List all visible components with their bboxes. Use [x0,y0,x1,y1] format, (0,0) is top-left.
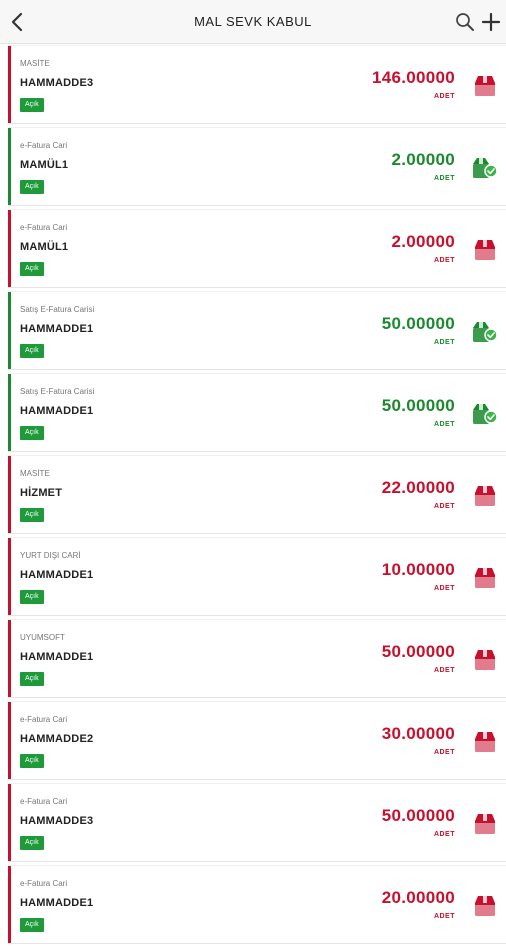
item-product: HAMMADDE1 [20,405,94,417]
item-product: HAMMADDE1 [20,651,94,663]
item-product: MAMÜL1 [20,241,69,253]
search-icon [456,13,474,31]
list-item[interactable]: MASİTE HİZMET Açık 22.00000 ADET [8,456,506,533]
item-unit: ADET [433,503,455,510]
item-product: HAMMADDE1 [20,569,94,581]
box-closed-icon[interactable] [472,238,498,262]
item-unit: ADET [433,749,455,756]
item-product: HAMMADDE1 [20,323,94,335]
box-check-icon[interactable] [472,320,498,344]
page-title: MAL SEVK KABUL [194,14,312,29]
item-quantity: 30.00000 [381,724,455,743]
status-badge: Açık [20,754,44,768]
search-button[interactable] [454,11,476,33]
status-badge: Açık [20,344,44,358]
item-product: MAMÜL1 [20,159,69,171]
status-badge: Açık [20,672,44,686]
status-badge: Açık [20,262,44,276]
list-item[interactable]: e-Fatura Cari MAMÜL1 Açık 2.00000 ADET [8,210,506,287]
list-item[interactable]: YURT DIŞI CARİ HAMMADDE1 Açık 10.00000 A… [8,538,506,615]
status-badge: Açık [20,180,44,194]
item-product: HİZMET [20,487,63,499]
item-quantity: 20.00000 [381,888,455,907]
item-unit: ADET [433,421,455,428]
list-item[interactable]: UYUMSOFT HAMMADDE1 Açık 50.00000 ADET [8,620,506,697]
box-closed-icon[interactable] [472,484,498,508]
box-closed-icon[interactable] [472,648,498,672]
item-product: HAMMADDE2 [20,733,94,745]
item-unit: ADET [433,585,455,592]
status-badge: Açık [20,508,44,522]
item-quantity: 50.00000 [381,806,455,825]
shipment-list: MASİTE HAMMADDE3 Açık 146.00000 ADET e-F… [0,46,506,948]
item-product: HAMMADDE3 [20,815,94,827]
list-item[interactable]: e-Fatura Cari MAMÜL1 Açık 2.00000 ADET [8,128,506,205]
item-customer: Satış E-Fatura Carisi [20,305,95,314]
item-quantity: 50.00000 [381,642,455,661]
item-customer: MASİTE [20,59,50,68]
item-quantity: 50.00000 [381,396,455,415]
item-customer: e-Fatura Cari [20,797,68,806]
item-product: HAMMADDE3 [20,77,94,89]
item-customer: YURT DIŞI CARİ [20,551,81,560]
item-unit: ADET [433,175,455,182]
status-badge: Açık [20,590,44,604]
status-badge: Açık [20,426,44,440]
list-item[interactable]: e-Fatura Cari HAMMADDE1 Açık 20.00000 AD… [8,866,506,943]
add-button[interactable] [480,11,502,33]
status-badge: Açık [20,98,44,112]
item-customer: MASİTE [20,469,50,478]
item-quantity: 50.00000 [381,314,455,333]
list-item[interactable]: MASİTE HAMMADDE3 Açık 146.00000 ADET [8,46,506,123]
box-closed-icon[interactable] [472,894,498,918]
box-closed-icon[interactable] [472,566,498,590]
list-item[interactable]: e-Fatura Cari HAMMADDE3 Açık 50.00000 AD… [8,784,506,861]
item-customer: e-Fatura Cari [20,223,68,232]
item-quantity: 22.00000 [381,478,455,497]
item-customer: e-Fatura Cari [20,715,68,724]
status-badge: Açık [20,918,44,932]
box-closed-icon[interactable] [472,730,498,754]
box-check-icon[interactable] [472,156,498,180]
top-bar: MAL SEVK KABUL [0,0,506,44]
list-item[interactable]: Satış E-Fatura Carisi HAMMADDE1 Açık 50.… [8,292,506,369]
item-unit: ADET [433,831,455,838]
plus-icon [481,12,501,32]
item-quantity: 2.00000 [391,150,455,169]
item-quantity: 2.00000 [391,232,455,251]
item-customer: e-Fatura Cari [20,141,68,150]
box-closed-icon[interactable] [472,812,498,836]
item-product: HAMMADDE1 [20,897,94,909]
item-customer: Satış E-Fatura Carisi [20,387,95,396]
item-unit: ADET [433,339,455,346]
item-unit: ADET [433,93,455,100]
item-customer: UYUMSOFT [20,633,65,642]
list-item[interactable]: Satış E-Fatura Carisi HAMMADDE1 Açık 50.… [8,374,506,451]
item-unit: ADET [433,257,455,264]
item-quantity: 10.00000 [381,560,455,579]
item-customer: e-Fatura Cari [20,879,68,888]
box-check-icon[interactable] [472,402,498,426]
list-item[interactable]: e-Fatura Cari HAMMADDE2 Açık 30.00000 AD… [8,702,506,779]
item-unit: ADET [433,667,455,674]
item-unit: ADET [433,913,455,920]
status-badge: Açık [20,836,44,850]
item-quantity: 146.00000 [371,68,455,87]
box-closed-icon[interactable] [472,74,498,98]
